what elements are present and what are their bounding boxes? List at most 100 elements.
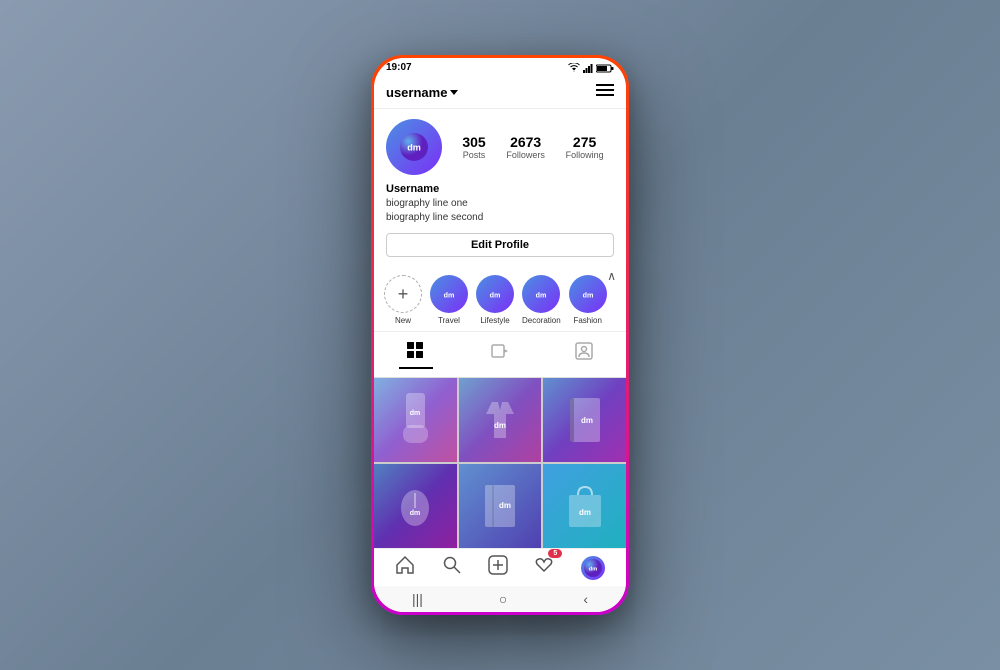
username-nav[interactable]: username: [386, 85, 458, 100]
stats-container: 305 Posts 2673 Followers 275 Following: [452, 134, 614, 160]
profile-display-name: Username: [386, 183, 614, 195]
phone-device: 19:07: [371, 55, 629, 615]
bio-line-2: biography line second: [386, 211, 614, 225]
bottom-nav: 5 dm: [374, 548, 626, 586]
nav-profile-avatar: dm: [581, 556, 605, 580]
home-icon: [395, 555, 415, 575]
grid-cell-4[interactable]: dm: [374, 464, 457, 548]
highlight-circle-lifestyle: dm: [476, 275, 514, 313]
add-icon: [488, 555, 508, 575]
nav-add[interactable]: [488, 555, 508, 580]
nav-avatar-logo: dm: [584, 559, 602, 577]
highlight-item-new[interactable]: + New: [384, 275, 422, 325]
product-notebook: dm: [479, 482, 521, 530]
tab-video[interactable]: [483, 340, 517, 369]
content-tabs: [374, 331, 626, 378]
highlights-row: + New dm Travel: [384, 271, 616, 325]
posts-grid: dm dm dm dm: [374, 378, 626, 548]
highlight-label-lifestyle: Lifestyle: [480, 316, 509, 325]
following-label: Following: [566, 150, 604, 160]
highlight-travel-logo: dm: [438, 283, 460, 305]
tab-grid[interactable]: [399, 340, 433, 369]
profile-stats-row: dm 305 Posts 2673 Followers 275 Fo: [386, 119, 614, 175]
posts-count: 305: [462, 134, 485, 150]
status-icons: [568, 63, 614, 73]
product-tshirt: dm: [476, 400, 524, 440]
phone-screen: 19:07: [374, 58, 626, 612]
android-nav: ||| ○ ‹: [374, 586, 626, 612]
posts-stat: 305 Posts: [462, 134, 485, 160]
svg-text:dm: dm: [410, 510, 421, 517]
search-icon: [442, 555, 462, 575]
highlight-circle-decoration: dm: [522, 275, 560, 313]
highlight-circle-new: +: [384, 275, 422, 313]
android-back-btn[interactable]: ‹: [583, 591, 588, 607]
grid-icon: [407, 342, 425, 360]
grid-cell-3[interactable]: dm: [543, 378, 626, 462]
svg-text:dm: dm: [581, 416, 593, 425]
svg-text:dm: dm: [579, 508, 591, 517]
followers-label: Followers: [506, 150, 545, 160]
collapse-arrow-icon[interactable]: ∧: [607, 269, 616, 283]
person-tag-icon: [575, 342, 593, 360]
following-stat: 275 Following: [566, 134, 604, 160]
heart-notification-badge: 5: [548, 549, 562, 558]
status-bar: 19:07: [374, 58, 626, 77]
product-bag: dm: [564, 481, 606, 531]
nav-home[interactable]: [395, 555, 415, 580]
highlight-label-decoration: Decoration: [522, 316, 561, 325]
bio-line-1: biography line one: [386, 197, 614, 211]
chevron-down-icon: [450, 90, 458, 95]
avatar[interactable]: dm: [386, 119, 442, 175]
highlight-label-new: New: [395, 316, 411, 325]
heart-icon: [534, 555, 554, 575]
highlight-item-decoration[interactable]: dm Decoration: [522, 275, 561, 325]
android-home-btn[interactable]: ○: [499, 591, 507, 607]
grid-cell-5[interactable]: dm: [459, 464, 542, 548]
highlight-item-lifestyle[interactable]: dm Lifestyle: [476, 275, 514, 325]
svg-text:dm: dm: [410, 410, 421, 417]
highlight-label-fashion: Fashion: [573, 316, 601, 325]
svg-text:dm: dm: [582, 291, 593, 299]
avatar-logo: dm: [400, 133, 428, 161]
video-icon: [491, 342, 509, 360]
svg-text:dm: dm: [499, 501, 511, 510]
following-count: 275: [566, 134, 604, 150]
product-book: dm: [565, 395, 605, 445]
highlight-label-travel: Travel: [438, 316, 460, 325]
top-nav: username: [374, 77, 626, 109]
svg-text:dm: dm: [444, 291, 455, 299]
hamburger-svg: [596, 83, 614, 97]
menu-icon[interactable]: [596, 83, 614, 102]
wifi-icon: [568, 63, 580, 73]
tab-tagged[interactable]: [567, 340, 601, 369]
nav-search[interactable]: [442, 555, 462, 580]
grid-cell-2[interactable]: dm: [459, 378, 542, 462]
signal-icon: [583, 63, 593, 73]
svg-text:dm: dm: [588, 566, 597, 572]
followers-count: 2673: [506, 134, 545, 150]
highlight-decoration-logo: dm: [530, 283, 552, 305]
highlight-fashion-logo: dm: [577, 283, 599, 305]
nav-heart[interactable]: 5: [534, 555, 554, 580]
nav-profile[interactable]: dm: [581, 556, 605, 580]
battery-icon: [596, 63, 614, 73]
svg-text:dm: dm: [407, 143, 421, 153]
highlight-circle-fashion: dm: [569, 275, 607, 313]
highlight-item-fashion[interactable]: dm Fashion: [569, 275, 607, 325]
grid-cell-6[interactable]: dm: [543, 464, 626, 548]
svg-text:dm: dm: [536, 291, 547, 299]
posts-label: Posts: [462, 150, 485, 160]
highlight-lifestyle-logo: dm: [484, 283, 506, 305]
followers-stat: 2673 Followers: [506, 134, 545, 160]
svg-text:dm: dm: [494, 421, 506, 430]
android-menu-btn[interactable]: |||: [412, 591, 423, 607]
highlight-circle-travel: dm: [430, 275, 468, 313]
nav-username: username: [386, 85, 447, 100]
grid-cell-1[interactable]: dm: [374, 378, 457, 462]
profile-section: dm 305 Posts 2673 Followers 275 Fo: [374, 109, 626, 265]
product-mouse: dm: [397, 483, 433, 529]
highlight-item-travel[interactable]: dm Travel: [430, 275, 468, 325]
edit-profile-button[interactable]: Edit Profile: [386, 233, 614, 257]
status-time: 19:07: [386, 62, 412, 73]
